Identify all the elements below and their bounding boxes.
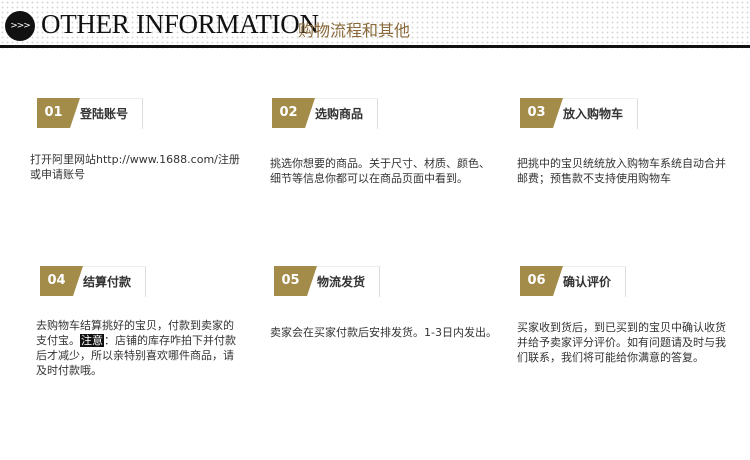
step-label: 登陆账号: [80, 98, 144, 129]
section-title: OTHER INFORMATION: [41, 9, 319, 39]
badge-tail: [70, 98, 80, 128]
badge-tail: [307, 266, 317, 296]
arrows-icon: >>>: [5, 11, 35, 41]
step-description: 去购物车结算挑好的宝贝，付款到卖家的支付宝。注意：店铺的库存咋拍下并付款后才减少…: [36, 318, 241, 378]
step-description: 卖家会在买家付款后安排发货。1-3日内发出。: [270, 326, 497, 339]
step-number: 01: [37, 98, 70, 128]
step-label: 放入购物车: [563, 98, 639, 129]
step-label: 物流发货: [317, 266, 381, 297]
section-header: >>> OTHER INFORMATION 购物流程和其他: [0, 0, 750, 50]
step-number: 02: [272, 98, 305, 128]
step-number: 06: [520, 266, 553, 296]
step-label: 确认评价: [563, 266, 627, 297]
badge-tail: [553, 98, 563, 128]
step-description: 挑选你想要的商品。关于尺寸、材质、颜色、细节等信息你都可以在商品页面中看到。: [270, 157, 490, 185]
header-divider: [0, 45, 750, 48]
badge-tail: [553, 266, 563, 296]
notice-badge: 注意: [80, 334, 104, 347]
step-description: 把挑中的宝贝统统放入购物车系统自动合并邮费；预售款不支持使用购物车: [517, 157, 726, 185]
step-number: 05: [274, 266, 307, 296]
badge-tail: [73, 266, 83, 296]
step-label: 结算付款: [83, 266, 147, 297]
step-description: 打开阿里网站http://www.1688.com/注册或申请账号: [30, 153, 240, 181]
step-description: 买家收到货后，到已买到的宝贝中确认收货并给予卖家评分评价。如有问题请及时与我们联…: [517, 321, 726, 364]
step-number: 03: [520, 98, 553, 128]
section-subtitle: 购物流程和其他: [298, 21, 411, 40]
badge-tail: [305, 98, 315, 128]
step-number: 04: [40, 266, 73, 296]
step-label: 选购商品: [315, 98, 379, 129]
